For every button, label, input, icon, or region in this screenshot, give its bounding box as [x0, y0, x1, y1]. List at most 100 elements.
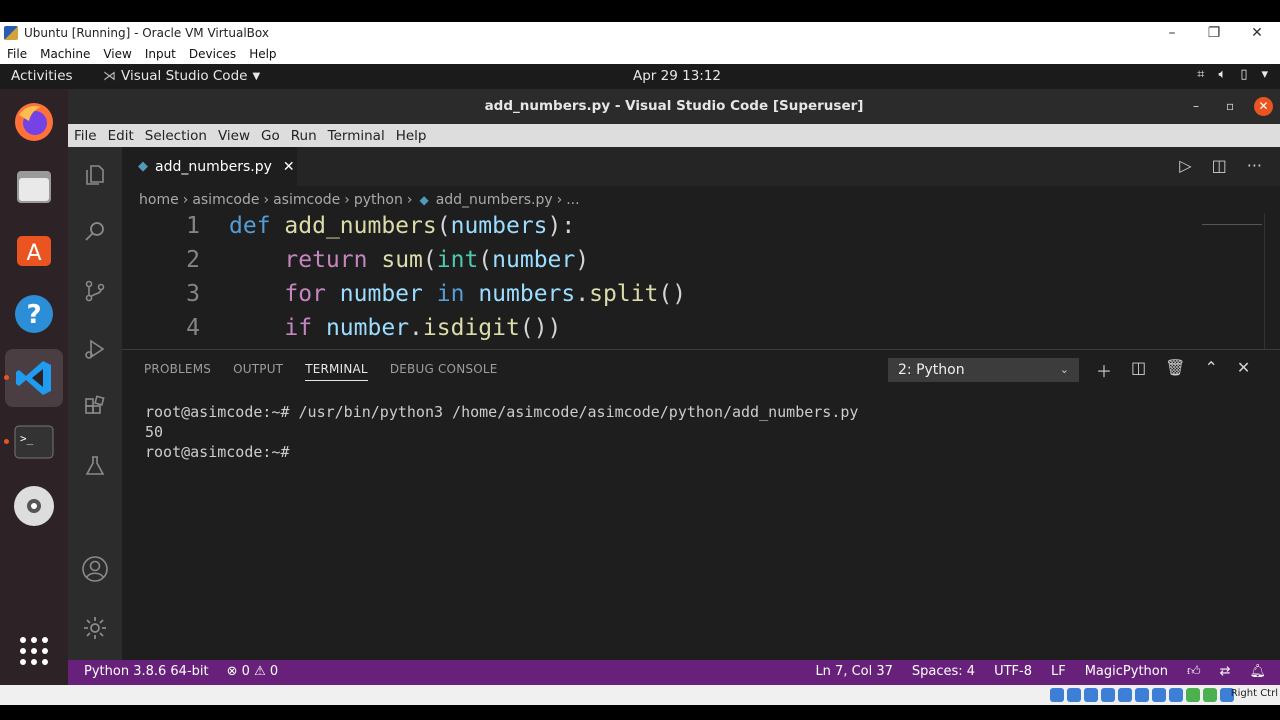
host-menu-input[interactable]: Input [145, 47, 176, 61]
running-indicator [4, 439, 9, 444]
vscode-dock-icon[interactable] [5, 349, 63, 407]
host-menu-devices[interactable]: Devices [189, 47, 236, 61]
clock[interactable]: Apr 29 13:12 [633, 68, 721, 84]
help-icon[interactable]: ? [12, 292, 56, 336]
tab-debug-console[interactable]: DEBUG CONSOLE [390, 362, 498, 381]
line-number: 2 [186, 247, 200, 273]
activities-button[interactable]: Activities [11, 68, 73, 84]
code-editor[interactable]: 1 2 3 4 def add_numbers(numbers): return… [122, 213, 1280, 349]
host-menu-machine[interactable]: Machine [40, 47, 90, 61]
breadcrumb-python[interactable]: python [354, 192, 403, 208]
network-icon: ⌗ [1197, 67, 1205, 82]
menu-run[interactable]: Run [291, 128, 317, 144]
encoding[interactable]: UTF-8 [994, 664, 1032, 679]
app-menu[interactable]: ⋊ Visual Studio Code ▼ [103, 68, 260, 84]
running-indicator [4, 375, 9, 380]
editor-actions: ▷ ◫ ··· [1179, 156, 1262, 175]
run-file-icon[interactable]: ▷ [1179, 156, 1191, 175]
python-file-icon: ◆ [138, 159, 148, 174]
breadcrumb-home[interactable]: home [139, 192, 179, 208]
end-of-line[interactable]: LF [1051, 664, 1066, 679]
menu-view[interactable]: View [218, 128, 250, 144]
files-icon[interactable] [12, 164, 56, 208]
bottom-panel: PROBLEMS OUTPUT TERMINAL DEBUG CONSOLE 2… [122, 349, 1280, 660]
audio-icon[interactable] [1084, 688, 1098, 702]
network-icon[interactable] [1101, 688, 1115, 702]
terminal-output[interactable]: root@asimcode:~# /usr/bin/python3 /home/… [145, 402, 858, 462]
recording-icon[interactable] [1169, 688, 1183, 702]
split-terminal-icon[interactable]: ◫ [1131, 358, 1146, 382]
host-title-bar: Ubuntu [Running] - Oracle VM VirtualBox … [0, 22, 1280, 44]
breadcrumb-symbol[interactable]: ... [566, 192, 579, 208]
extensions-icon[interactable] [81, 393, 109, 421]
menu-terminal[interactable]: Terminal [328, 128, 385, 144]
optical-icon[interactable] [1067, 688, 1081, 702]
breadcrumb-file[interactable]: add_numbers.py [436, 192, 553, 208]
maximize-panel-icon[interactable]: ⌃ [1204, 358, 1217, 382]
source-control-icon[interactable] [81, 277, 109, 305]
host-menu-file[interactable]: File [7, 47, 27, 61]
language-mode[interactable]: MagicPython [1085, 664, 1168, 679]
breadcrumb-asimcode[interactable]: asimcode [192, 192, 259, 208]
close-icon[interactable]: ✕ [1254, 97, 1273, 116]
explorer-icon[interactable] [81, 161, 109, 189]
tab-problems[interactable]: PROBLEMS [144, 362, 211, 381]
software-center-icon[interactable]: A [12, 228, 56, 272]
minimap[interactable] [1202, 213, 1262, 225]
problems-count[interactable]: ⊗ 0 ⚠ 0 [227, 664, 279, 679]
tab-terminal[interactable]: TERMINAL [305, 362, 368, 381]
run-debug-icon[interactable] [81, 335, 109, 363]
settings-gear-icon[interactable] [81, 614, 109, 642]
restore-icon[interactable]: ❐ [1199, 22, 1229, 44]
close-panel-icon[interactable]: ✕ [1237, 358, 1250, 382]
split-editor-icon[interactable]: ◫ [1212, 156, 1227, 175]
vm-device-icons [1050, 688, 1234, 702]
terminal-icon[interactable]: >_ [12, 420, 56, 464]
shared-folder-icon[interactable] [1135, 688, 1149, 702]
indentation[interactable]: Spaces: 4 [912, 664, 975, 679]
code-line: for number in numbers.split() [284, 281, 687, 307]
system-tray[interactable]: ⌗ 🔈︎ ▯ ▾ [1197, 67, 1268, 82]
tab-add-numbers[interactable]: ◆ add_numbers.py ✕ [122, 147, 297, 186]
menu-edit[interactable]: Edit [108, 128, 134, 144]
panel-tabs: PROBLEMS OUTPUT TERMINAL DEBUG CONSOLE [144, 362, 498, 381]
search-icon[interactable] [81, 217, 109, 245]
live-share-icon[interactable]: ⇄ [1220, 664, 1231, 679]
chevron-down-icon: ⌄ [1059, 363, 1069, 376]
menu-go[interactable]: Go [261, 128, 280, 144]
more-actions-icon[interactable]: ··· [1247, 156, 1262, 175]
tab-close-icon[interactable]: ✕ [283, 159, 295, 175]
minimize-icon[interactable]: – [1193, 89, 1199, 124]
host-menu-help[interactable]: Help [249, 47, 276, 61]
menu-selection[interactable]: Selection [145, 128, 207, 144]
virtualbox-icon [4, 26, 18, 40]
menu-help[interactable]: Help [396, 128, 427, 144]
usb-icon[interactable] [1118, 688, 1132, 702]
testing-flask-icon[interactable] [81, 452, 109, 480]
menu-file[interactable]: File [74, 128, 97, 144]
show-applications-icon[interactable] [12, 629, 56, 673]
scrollbar[interactable] [1264, 213, 1280, 349]
cpu-icon[interactable] [1186, 688, 1200, 702]
trash-icon[interactable]: 🗑︎ [1165, 358, 1185, 382]
tweet-feedback-icon[interactable]: 👍︎ [1187, 664, 1201, 679]
notifications-bell-icon[interactable]: 🔔︎ [1249, 664, 1266, 679]
code-line: return sum(int(number) [284, 247, 590, 273]
firefox-icon[interactable] [12, 100, 56, 144]
disc-icon[interactable] [12, 484, 56, 528]
breadcrumb-asimcode-2[interactable]: asimcode [273, 192, 340, 208]
display-icon[interactable] [1152, 688, 1166, 702]
python-interpreter[interactable]: Python 3.8.6 64-bit [84, 664, 209, 679]
mouse-integration-icon[interactable] [1203, 688, 1217, 702]
maximize-icon[interactable]: ▫ [1226, 89, 1234, 124]
close-icon[interactable]: ✕ [1242, 22, 1272, 44]
terminal-select[interactable]: 2: Python ⌄ [888, 358, 1079, 382]
cursor-position[interactable]: Ln 7, Col 37 [815, 664, 892, 679]
svg-text:A: A [26, 241, 41, 266]
host-menu-view[interactable]: View [103, 47, 131, 61]
hdd-icon[interactable] [1050, 688, 1064, 702]
account-icon[interactable] [81, 555, 109, 583]
minimize-icon[interactable]: – [1157, 22, 1187, 44]
new-terminal-icon[interactable]: ＋ [1096, 358, 1112, 382]
tab-output[interactable]: OUTPUT [233, 362, 283, 381]
